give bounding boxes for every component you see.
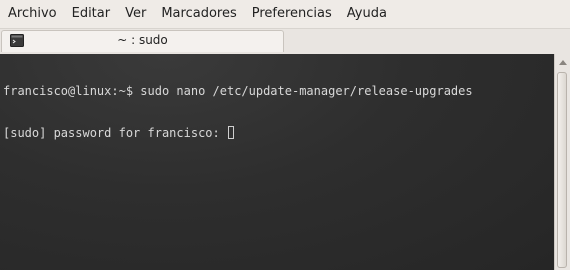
scroll-up-arrow-icon[interactable] xyxy=(559,60,567,65)
text-cursor xyxy=(227,126,234,139)
menu-archivo[interactable]: Archivo xyxy=(0,0,64,28)
menu-ver[interactable]: Ver xyxy=(117,0,153,28)
tab-title: ~ : sudo xyxy=(117,33,168,47)
tab-bar-filler xyxy=(285,29,570,55)
menu-ayuda[interactable]: Ayuda xyxy=(339,0,394,28)
scroll-thumb[interactable] xyxy=(557,72,567,268)
menu-preferencias[interactable]: Preferencias xyxy=(244,0,339,28)
menu-marcadores[interactable]: Marcadores xyxy=(153,0,243,28)
terminal-output[interactable]: francisco@linux:~$ sudo nano /etc/update… xyxy=(0,54,554,270)
terminal-line-prompt: [sudo] password for francisco: xyxy=(3,126,227,140)
menu-bar: Archivo Editar Ver Marcadores Preferenci… xyxy=(0,0,570,28)
terminal-line: francisco@linux:~$ sudo nano /etc/update… xyxy=(3,84,473,98)
menu-editar[interactable]: Editar xyxy=(64,0,118,28)
tab-bar: ~ : sudo xyxy=(0,28,570,55)
tab-sudo[interactable]: ~ : sudo xyxy=(1,30,284,52)
vertical-scrollbar[interactable] xyxy=(554,54,570,270)
